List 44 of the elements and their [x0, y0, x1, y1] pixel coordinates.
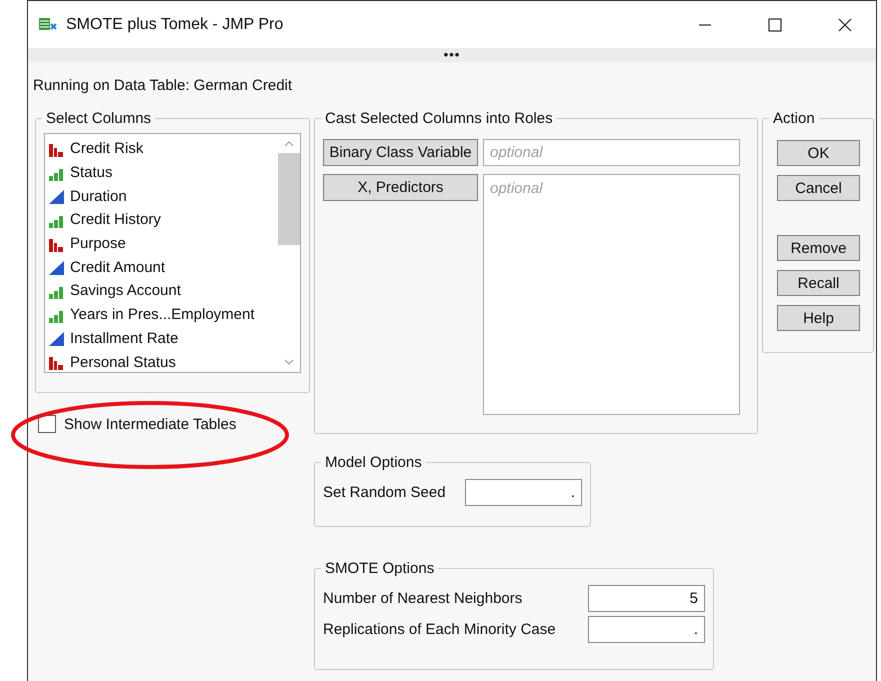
action-button[interactable]: Help [777, 305, 860, 331]
triangle-icon [48, 188, 64, 204]
field-label: Replications of Each Minority Case [323, 621, 556, 638]
group-title: Model Options [324, 454, 423, 471]
data-table-label: Running on Data Table: German Credit [32, 76, 294, 96]
group-title: Cast Selected Columns into Roles [324, 110, 554, 127]
input-field[interactable]: 5 [588, 585, 705, 612]
input-field[interactable]: . [465, 479, 582, 506]
column-item[interactable]: Credit Amount [70, 258, 166, 276]
column-item[interactable]: Duration [70, 188, 127, 205]
column-list[interactable]: Credit Risk Status Duration Credit History Purpose Credit Amount Savings Account Years in Pres...Employment Installment Rate Personal Status [44, 133, 301, 373]
close-icon[interactable] [838, 18, 852, 32]
field-label: Set Random Seed [323, 484, 446, 501]
triangle-icon [48, 330, 64, 346]
column-item[interactable]: Purpose [70, 235, 126, 252]
scroll-up-icon[interactable] [284, 139, 294, 149]
column-item[interactable]: Status [70, 164, 113, 182]
scroll-down-icon[interactable] [284, 357, 294, 367]
column-item[interactable]: Credit Risk [70, 140, 144, 158]
role-field[interactable]: optional [483, 139, 740, 166]
column-item[interactable]: Years in Pres...Employment [70, 306, 255, 324]
group-title: Action [772, 110, 816, 127]
action-button[interactable]: Recall [777, 270, 860, 296]
action-button[interactable]: Remove [777, 235, 860, 261]
group-title: Select Columns [45, 110, 152, 127]
column-item[interactable]: Personal Status [70, 354, 176, 371]
input-field[interactable]: . [588, 616, 705, 643]
field-label: Number of Nearest Neighbors [323, 590, 522, 607]
column-item[interactable]: Savings Account [70, 282, 181, 300]
column-item[interactable]: Credit History [70, 211, 161, 228]
role-button[interactable]: Binary Class Variable [323, 139, 478, 166]
group-title: SMOTE Options [324, 560, 436, 577]
maximize-icon[interactable] [768, 18, 782, 32]
checkbox-label: Show Intermediate Tables [64, 416, 236, 432]
column-item[interactable]: Installment Rate [70, 330, 178, 347]
bar-chart-icon [48, 354, 64, 370]
drag-handle[interactable]: ••• [444, 50, 460, 60]
action-button[interactable]: OK [777, 140, 860, 166]
checkbox[interactable] [38, 415, 56, 433]
window-title: SMOTE plus Tomek - JMP Pro [66, 16, 284, 34]
role-button[interactable]: X, Predictors [323, 174, 478, 201]
triangle-icon [48, 259, 64, 276]
role-list-field[interactable]: optional [483, 174, 740, 415]
action-button[interactable]: Cancel [777, 175, 860, 201]
